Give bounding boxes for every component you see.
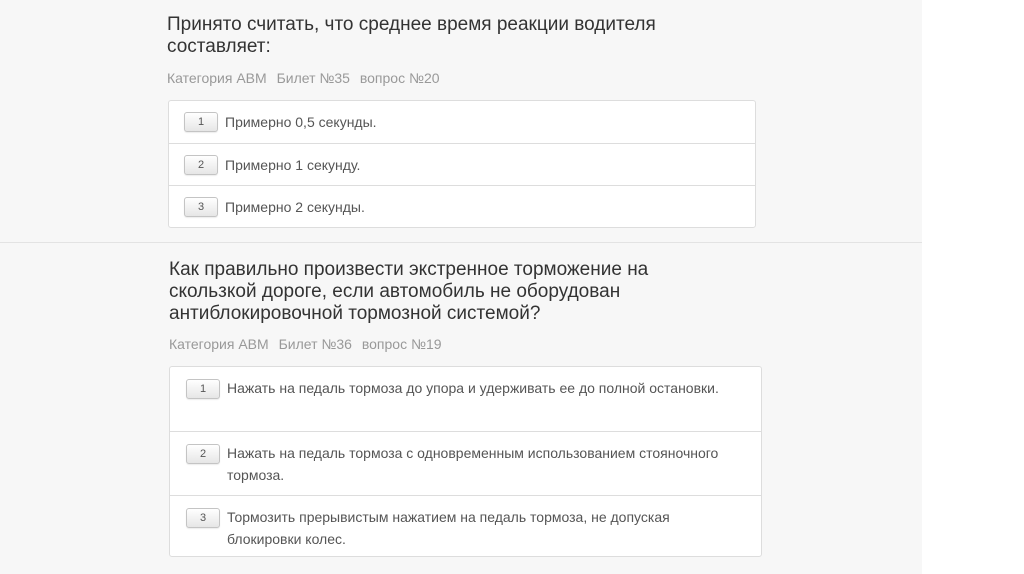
question-block: Как правильно произвести экстренное торм… — [0, 242, 922, 574]
answer-option-2[interactable]: 2 Примерно 1 секунду. — [169, 143, 755, 185]
question-number-label: вопрос №19 — [361, 336, 442, 352]
answer-number-button[interactable]: 1 — [186, 379, 220, 399]
answer-text: Примерно 0,5 секунды. — [225, 114, 377, 130]
answer-option-1[interactable]: 1 Нажать на педаль тормоза до упора и уд… — [170, 367, 761, 431]
question-meta: Категория АВМ Билет №36 вопрос №19 — [169, 336, 448, 352]
answer-text: Примерно 1 секунду. — [225, 157, 361, 173]
answer-text: Нажать на педаль тормоза с одновременным… — [227, 445, 719, 483]
answer-list: 1 Нажать на педаль тормоза до упора и уд… — [169, 366, 762, 557]
answer-list: 1 Примерно 0,5 секунды. 2 Примерно 1 сек… — [168, 100, 756, 228]
answer-number-button[interactable]: 3 — [184, 197, 218, 217]
category-label: Категория АВМ — [169, 336, 269, 352]
answer-option-3[interactable]: 3 Примерно 2 секунды. — [169, 185, 755, 227]
page: Принято считать, что среднее время реакц… — [0, 0, 1024, 574]
answer-option-3[interactable]: 3 Тормозить прерывистым нажатием на педа… — [170, 495, 761, 559]
question-number-label: вопрос №20 — [359, 70, 440, 86]
answer-option-2[interactable]: 2 Нажать на педаль тормоза с одновременн… — [170, 431, 761, 495]
question-title: Принято считать, что среднее время реакц… — [167, 14, 656, 57]
answer-text: Примерно 2 секунды. — [225, 199, 365, 215]
content-area: Принято считать, что среднее время реакц… — [0, 0, 922, 574]
answer-text: Тормозить прерывистым нажатием на педаль… — [227, 509, 670, 547]
answer-number-button[interactable]: 1 — [184, 112, 218, 132]
answer-option-1[interactable]: 1 Примерно 0,5 секунды. — [169, 101, 755, 143]
ticket-label: Билет №36 — [278, 336, 352, 352]
question-title: Как правильно произвести экстренное торм… — [169, 259, 649, 324]
question-meta: Категория АВМ Билет №35 вопрос №20 — [167, 70, 446, 86]
category-label: Категория АВМ — [167, 70, 267, 86]
answer-number-button[interactable]: 2 — [184, 155, 218, 175]
question-block: Принято считать, что среднее время реакц… — [0, 0, 922, 241]
answer-text: Нажать на педаль тормоза до упора и удер… — [227, 380, 719, 396]
answer-number-button[interactable]: 3 — [186, 508, 220, 528]
ticket-label: Билет №35 — [276, 70, 350, 86]
answer-number-button[interactable]: 2 — [186, 444, 220, 464]
